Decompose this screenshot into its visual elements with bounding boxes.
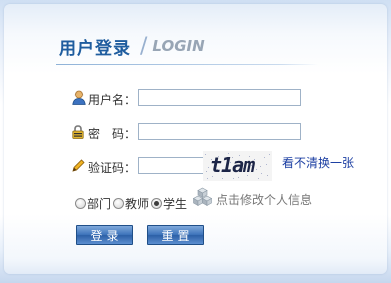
login-title: 用户登录 / LOGIN [59, 33, 205, 59]
password-label: 密 码： [88, 127, 137, 141]
username-label: 用户名： [88, 93, 137, 107]
lock-icon [72, 124, 84, 143]
role-label-department: 部门 [87, 197, 112, 211]
pencil-icon [72, 157, 85, 176]
role-label-teacher: 教师 [125, 197, 150, 211]
modify-info-link[interactable]: 点击修改个人信息 [192, 187, 313, 211]
username-input[interactable] [138, 89, 301, 106]
captcha-label: 验证码： [88, 161, 137, 175]
radio-department[interactable] [75, 198, 86, 209]
reset-button[interactable]: 重置 [147, 225, 204, 245]
title-underline [56, 64, 318, 65]
captcha-image[interactable]: t1am [203, 151, 272, 181]
title-english: LOGIN [152, 37, 205, 55]
cubes-icon [192, 187, 213, 211]
radio-teacher[interactable] [113, 198, 124, 209]
captcha-input[interactable] [138, 157, 206, 174]
password-input[interactable] [138, 123, 301, 140]
login-button[interactable]: 登录 [76, 225, 133, 245]
modify-info-text: 点击修改个人信息 [216, 192, 313, 207]
role-option-department[interactable]: 部门 [75, 195, 111, 212]
refresh-captcha-link[interactable]: 看不清换一张 [282, 154, 354, 171]
role-option-teacher[interactable]: 教师 [113, 195, 149, 212]
user-icon [72, 90, 86, 109]
role-option-student[interactable]: 学生 [151, 195, 187, 212]
title-divider: / [140, 33, 148, 59]
title-chinese: 用户登录 [59, 38, 131, 59]
role-label-student: 学生 [163, 197, 188, 211]
radio-student[interactable] [151, 198, 162, 209]
captcha-text: t1am [210, 153, 255, 177]
